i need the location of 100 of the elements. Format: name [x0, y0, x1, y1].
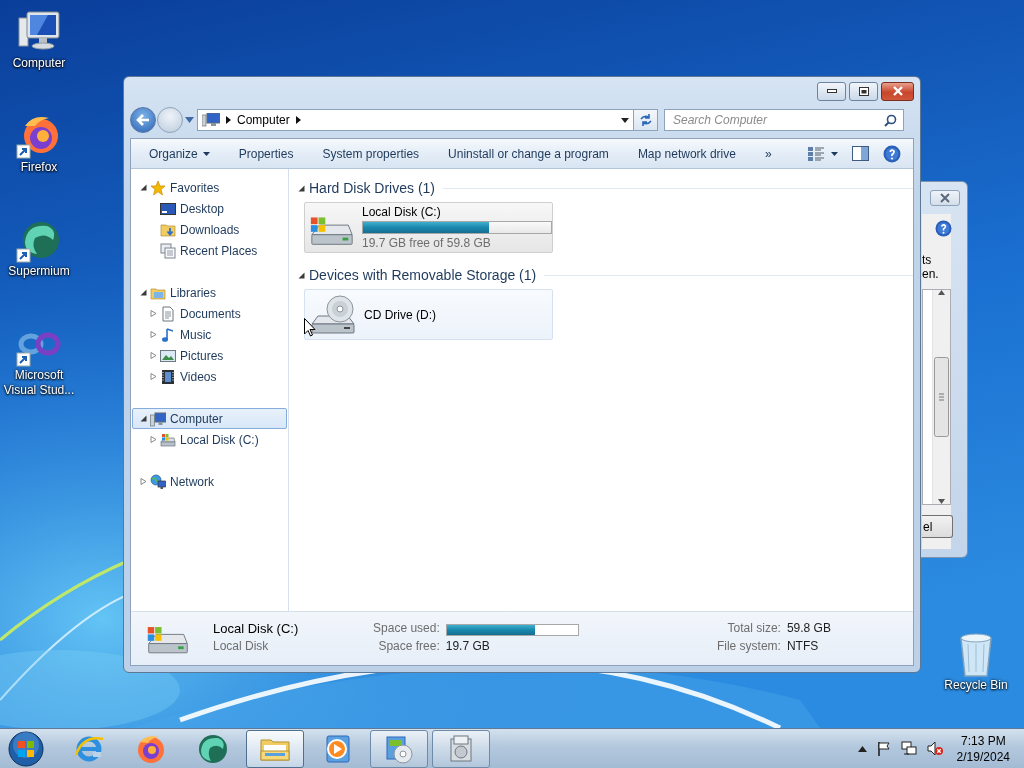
desktop-icon-label[interactable]: Computer [0, 56, 78, 71]
expand-arrow-icon[interactable] [150, 373, 157, 380]
group-header[interactable]: Hard Disk Drives (1) [309, 180, 435, 196]
collapse-arrow-icon[interactable] [140, 415, 147, 422]
tree-item[interactable]: Network [132, 471, 287, 492]
toolbar-button[interactable]: Organize [139, 142, 220, 165]
flag-icon[interactable] [876, 741, 891, 756]
drive-name: Local Disk (C:) [213, 620, 300, 638]
drive-tile[interactable]: CD Drive (D:) [304, 289, 553, 340]
scroll-thumb-icon[interactable] [934, 357, 949, 437]
taskbar-button[interactable] [246, 729, 304, 768]
dropdown-caret-icon[interactable] [621, 117, 629, 123]
dialog-text: ts [922, 253, 933, 267]
network-icon[interactable] [900, 741, 917, 756]
windows-orb-icon [8, 730, 44, 767]
muted-speaker-icon[interactable] [926, 741, 943, 756]
scrollbar[interactable] [932, 290, 950, 504]
taskbar-button[interactable] [370, 729, 428, 768]
breadcrumb-arrow-icon[interactable] [295, 116, 301, 124]
tree-item[interactable]: Libraries [132, 282, 287, 303]
drive-name: Local Disk (C:) [362, 205, 442, 219]
screen-icon [160, 200, 176, 217]
expand-arrow-icon[interactable] [150, 352, 157, 359]
help-icon[interactable] [883, 144, 901, 163]
drive-name: CD Drive (D:) [364, 307, 436, 322]
refresh-button[interactable] [634, 109, 658, 131]
music-note-icon [160, 326, 176, 343]
maximize-button[interactable] [849, 81, 878, 101]
tree-item[interactable]: Music [132, 324, 287, 345]
document-icon [160, 305, 176, 322]
close-button[interactable] [930, 190, 960, 206]
tree-item[interactable]: Desktop [132, 198, 287, 219]
dialog-button[interactable]: el [922, 515, 953, 538]
show-hidden-icons-icon[interactable] [857, 745, 867, 752]
back-button[interactable] [130, 107, 156, 133]
tree-item[interactable]: Videos [132, 366, 287, 387]
tree-item[interactable]: Local Disk (C:) [132, 429, 287, 450]
field-label: Space used: [372, 620, 440, 637]
collapse-arrow-icon[interactable] [140, 289, 147, 296]
preview-pane-icon[interactable] [852, 146, 869, 161]
tree-item[interactable]: Pictures [132, 345, 287, 366]
swirl-logo-icon [197, 732, 229, 765]
caret-icon [202, 151, 210, 156]
window-stack-icon [160, 242, 176, 259]
folder-icon [160, 221, 176, 238]
toolbar-button[interactable]: Uninstall or change a program [438, 142, 619, 165]
drive-tile[interactable]: Local Disk (C:) 19.7 GB free of 59.8 GB [304, 202, 553, 253]
clock-time[interactable]: 7:13 PM [960, 732, 1006, 749]
toolbar-button[interactable]: Properties [228, 142, 304, 165]
desktop-icon-label[interactable]: Supermium [0, 264, 78, 279]
tree-item[interactable]: Documents [132, 303, 287, 324]
drive-icon [160, 431, 176, 448]
scroll-down-icon [938, 499, 945, 504]
address-field[interactable]: Computer [197, 109, 634, 131]
refresh-icon [638, 114, 653, 126]
star-icon [150, 179, 166, 196]
field-label: Total size: [726, 620, 781, 637]
toolbar-button[interactable]: » [754, 142, 782, 165]
breadcrumb[interactable]: Computer [237, 113, 290, 127]
tree-item[interactable]: Downloads [132, 219, 287, 240]
close-icon [939, 193, 951, 203]
expand-arrow-icon[interactable] [150, 310, 157, 317]
toolbar-button[interactable]: System properties [312, 142, 430, 165]
group-header[interactable]: Devices with Removable Storage (1) [309, 267, 537, 283]
scroll-up-icon [938, 290, 945, 295]
cursor-icon [304, 318, 316, 337]
list-box[interactable] [922, 289, 951, 505]
drive-type: Local Disk [213, 638, 270, 655]
view-button[interactable] [807, 145, 838, 162]
computer-icon [202, 113, 220, 127]
expand-arrow-icon[interactable] [140, 478, 147, 485]
toolbar-button[interactable]: Map network drive [627, 142, 746, 165]
back-arrow-icon [136, 114, 150, 126]
film-icon [160, 368, 176, 385]
network-icon [150, 473, 166, 490]
close-button[interactable] [881, 81, 914, 101]
breadcrumb-arrow-icon[interactable] [226, 116, 231, 124]
help-icon[interactable] [935, 220, 952, 237]
field-label: File system: [715, 638, 781, 655]
expand-arrow-icon[interactable] [150, 436, 157, 443]
desktop-icon-label[interactable]: Firefox [0, 160, 78, 175]
tree-item[interactable]: Favorites [132, 177, 287, 198]
tree-item[interactable]: Computer [132, 408, 287, 429]
close-icon [891, 86, 904, 96]
expand-arrow-icon[interactable] [150, 331, 157, 338]
minimize-icon [826, 89, 837, 93]
field-label: Space free: [377, 638, 440, 655]
minimize-button[interactable] [817, 81, 846, 101]
tree-item[interactable]: Recent Places [132, 240, 287, 261]
collapse-arrow-icon[interactable] [140, 184, 147, 191]
search-field[interactable]: Search Computer [664, 109, 904, 131]
desktop-icon-label[interactable]: Microsoft Visual Stud... [0, 368, 78, 398]
clock-date[interactable]: 2/19/2024 [956, 748, 1010, 765]
collapse-arrow-icon[interactable] [298, 271, 305, 279]
desktop-icon-label[interactable]: Recycle Bin [937, 678, 1015, 693]
collapse-arrow-icon[interactable] [298, 184, 305, 192]
search-icon[interactable] [884, 114, 897, 127]
field-value: NTFS [786, 638, 820, 655]
taskbar-button[interactable] [432, 729, 490, 768]
drive-detail: 19.7 GB free of 59.8 GB [362, 236, 492, 250]
